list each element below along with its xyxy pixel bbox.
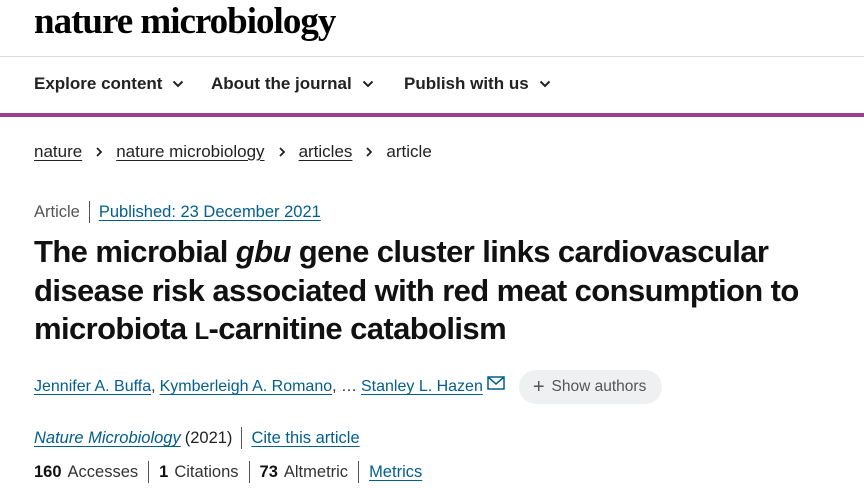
breadcrumb: nature nature microbiology articles arti… (34, 141, 432, 163)
show-authors-label: Show authors (551, 378, 647, 395)
author-link[interactable]: Stanley L. Hazen (361, 378, 483, 396)
chevron-right-icon (278, 147, 285, 157)
nav-about-journal-label: About the journal (211, 74, 352, 93)
meta-divider (88, 201, 90, 223)
citation-line: Nature Microbiology (2021) Cite this art… (34, 427, 360, 449)
nav-about-journal[interactable]: About the journal (211, 73, 374, 95)
citations-label: Citations (174, 463, 239, 481)
altmetric-score: 73 (259, 463, 278, 481)
plus-icon: + (532, 376, 545, 398)
article-meta: Article Published: 23 December 2021 (34, 201, 321, 223)
altmetric-label: Altmetric (283, 463, 349, 481)
author-link[interactable]: Jennifer A. Buffa (34, 378, 151, 396)
mail-icon[interactable] (487, 376, 505, 390)
metrics-link[interactable]: Metrics (369, 461, 422, 483)
author-separator: , (151, 378, 156, 395)
title-small-caps: L (194, 318, 209, 345)
nav-publish-with-us[interactable]: Publish with us (404, 73, 551, 95)
nav-explore-content-label: Explore content (34, 74, 163, 93)
chevron-down-icon (362, 80, 373, 88)
citation-divider (241, 427, 243, 449)
title-part-1: The microbial (34, 234, 236, 269)
chevron-down-icon (539, 80, 550, 88)
article-metrics: 160 Accesses 1 Citations 73 Altmetric Me… (34, 461, 422, 483)
cite-this-article-link[interactable]: Cite this article (251, 427, 359, 449)
main-nav: Explore content About the journal Publis… (0, 56, 864, 112)
metrics-divider (148, 461, 150, 483)
nav-publish-with-us-label: Publish with us (404, 74, 529, 93)
author-link[interactable]: Kymberleigh A. Romano (160, 378, 333, 396)
accesses-count: 160 (34, 463, 62, 481)
breadcrumb-nature-microbiology[interactable]: nature microbiology (116, 141, 264, 163)
author-ellipsis: , … (332, 378, 357, 395)
nav-explore-content[interactable]: Explore content (34, 73, 184, 95)
chevron-down-icon (173, 80, 184, 88)
journal-name-link[interactable]: Nature Microbiology (34, 427, 181, 449)
article-title: The microbial gbu gene cluster links car… (34, 233, 844, 352)
chevron-right-icon (96, 147, 103, 157)
journal-logo[interactable]: nature microbiology (34, 2, 336, 42)
accesses-label: Accesses (67, 463, 139, 481)
metrics-divider (358, 461, 360, 483)
citations-count: 1 (159, 463, 169, 481)
accent-divider (0, 113, 864, 117)
publication-year: (2021) (184, 429, 233, 447)
breadcrumb-nature[interactable]: nature (34, 141, 82, 163)
show-authors-button[interactable]: + Show authors (518, 370, 663, 404)
title-gene-name: gbu (235, 234, 292, 269)
metrics-divider (248, 461, 250, 483)
chevron-right-icon (366, 147, 373, 157)
author-list: Jennifer A. Buffa , Kymberleigh A. Roman… (34, 369, 854, 405)
article-type: Article (34, 203, 80, 221)
breadcrumb-current: article (386, 142, 432, 161)
published-date-link[interactable]: Published: 23 December 2021 (99, 201, 321, 223)
title-part-3: -carnitine catabolism (208, 311, 507, 346)
breadcrumb-articles[interactable]: articles (299, 141, 353, 163)
